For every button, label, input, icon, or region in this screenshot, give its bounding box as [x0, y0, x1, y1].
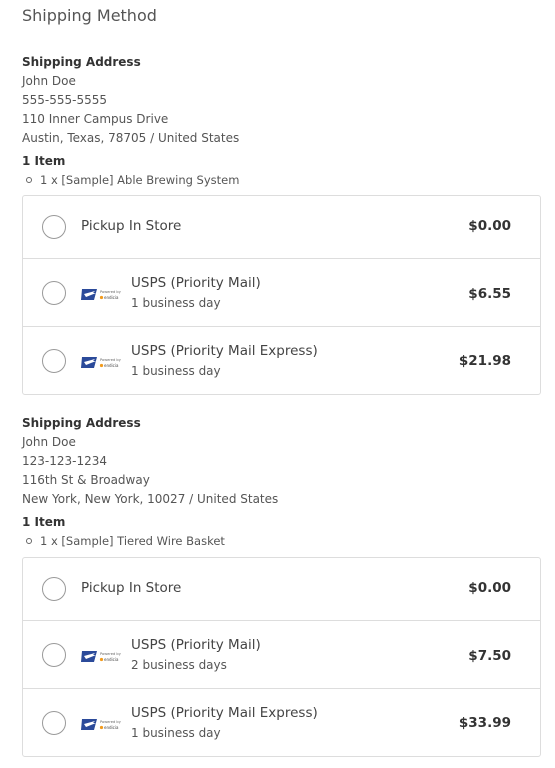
option-label: USPS (Priority Mail Express) — [131, 705, 318, 721]
page-title: Shipping Method — [22, 6, 157, 25]
usps-endicia-logo-icon: Powered by endicia — [81, 651, 122, 662]
usps-endicia-logo-icon: Powered by endicia — [81, 357, 122, 368]
recipient-name: John Doe — [22, 74, 76, 88]
shipment-2-options: Pickup In Store $0.00 Powered by endicia… — [22, 557, 541, 757]
radio-button[interactable] — [42, 349, 66, 373]
city-line: New York, New York, 10027 / United State… — [22, 492, 279, 506]
items-heading: 1 Item — [22, 515, 66, 529]
svg-text:Powered by: Powered by — [100, 358, 122, 362]
radio-button[interactable] — [42, 577, 66, 601]
svg-text:endicia: endicia — [104, 657, 119, 662]
option-label: USPS (Priority Mail Express) — [131, 343, 318, 359]
svg-text:endicia: endicia — [104, 725, 119, 730]
shipping-option[interactable]: Pickup In Store $0.00 — [23, 558, 540, 620]
shipping-method-page: Shipping Method Shipping Address John Do… — [0, 0, 555, 768]
option-price: $33.99 — [458, 715, 511, 731]
item-text: 1 x [Sample] Tiered Wire Basket — [40, 534, 225, 548]
svg-text:Powered by: Powered by — [100, 720, 122, 724]
option-delivery-time: 1 business day — [131, 296, 221, 310]
option-label: USPS (Priority Mail) — [131, 637, 261, 653]
option-label: USPS (Priority Mail) — [131, 275, 261, 291]
street-address: 110 Inner Campus Drive — [22, 112, 169, 126]
option-price: $21.98 — [458, 353, 511, 369]
street-address: 116th St & Broadway — [22, 473, 150, 487]
recipient-phone: 555-555-5555 — [22, 93, 108, 107]
option-delivery-time: 1 business day — [131, 726, 221, 740]
shipment-1-options: Pickup In Store $0.00 Powered by endicia… — [22, 195, 541, 395]
shipping-option[interactable]: Powered by endicia USPS (Priority Mail) … — [23, 620, 540, 688]
recipient-name: John Doe — [22, 435, 76, 449]
city-line: Austin, Texas, 78705 / United States — [22, 131, 240, 145]
svg-text:Powered by: Powered by — [100, 652, 122, 656]
option-label: Pickup In Store — [81, 218, 182, 234]
option-price: $0.00 — [468, 218, 511, 234]
radio-button[interactable] — [42, 643, 66, 667]
radio-button[interactable] — [42, 215, 66, 239]
shipping-option[interactable]: Pickup In Store $0.00 — [23, 196, 540, 258]
bullet-icon — [26, 176, 32, 183]
option-label: Pickup In Store — [81, 580, 182, 596]
option-delivery-time: 1 business day — [131, 364, 221, 378]
option-delivery-time: 2 business days — [131, 658, 227, 672]
bullet-icon — [26, 537, 32, 544]
shipping-option[interactable]: Powered by endicia USPS (Priority Mail) … — [23, 258, 540, 326]
svg-text:endicia: endicia — [104, 363, 119, 368]
svg-text:endicia: endicia — [104, 295, 119, 300]
items-heading: 1 Item — [22, 154, 66, 168]
shipping-option[interactable]: Powered by endicia USPS (Priority Mail E… — [23, 688, 540, 756]
option-price: $6.55 — [468, 286, 511, 302]
list-item: 1 x [Sample] Able Brewing System — [22, 171, 542, 190]
radio-button[interactable] — [42, 281, 66, 305]
option-price: $7.50 — [468, 648, 511, 664]
shipment-1-address-block: Shipping Address John Doe 555-555-5555 1… — [22, 53, 542, 190]
svg-text:Powered by: Powered by — [100, 290, 122, 294]
usps-endicia-logo-icon: Powered by endicia — [81, 289, 122, 300]
shipping-address-heading: Shipping Address — [22, 416, 141, 430]
radio-button[interactable] — [42, 711, 66, 735]
usps-endicia-logo-icon: Powered by endicia — [81, 719, 122, 730]
recipient-phone: 123-123-1234 — [22, 454, 108, 468]
list-item: 1 x [Sample] Tiered Wire Basket — [22, 532, 542, 551]
shipment-2-address-block: Shipping Address John Doe 123-123-1234 1… — [22, 414, 542, 551]
shipping-option[interactable]: Powered by endicia USPS (Priority Mail E… — [23, 326, 540, 394]
option-price: $0.00 — [468, 580, 511, 596]
item-text: 1 x [Sample] Able Brewing System — [40, 173, 240, 187]
shipping-address-heading: Shipping Address — [22, 55, 141, 69]
